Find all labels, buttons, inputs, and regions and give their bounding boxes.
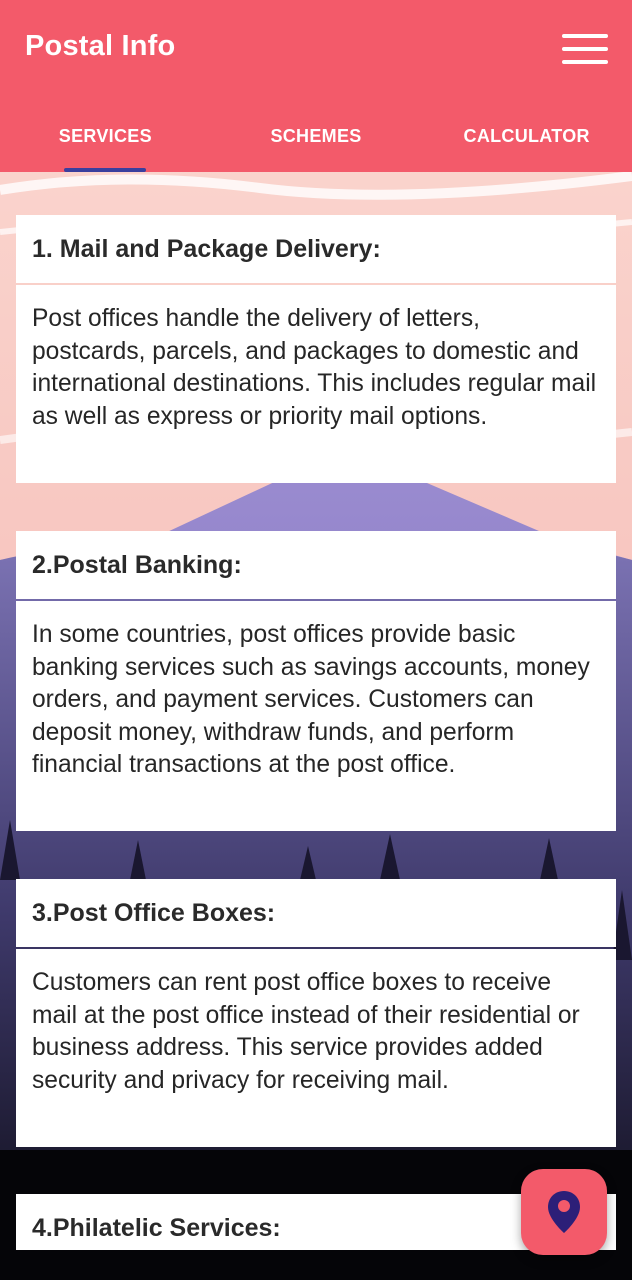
service-heading: 3.Post Office Boxes: bbox=[16, 879, 616, 947]
location-fab-button[interactable] bbox=[521, 1169, 607, 1255]
tab-services-label: SERVICES bbox=[58, 126, 152, 146]
tab-services[interactable]: SERVICES bbox=[0, 110, 211, 172]
tab-calculator-label: CALCULATOR bbox=[463, 126, 590, 146]
location-pin-icon bbox=[548, 1191, 580, 1233]
service-description: Post offices handle the delivery of lett… bbox=[16, 285, 616, 483]
services-list[interactable]: 1. Mail and Package Delivery: Post offic… bbox=[0, 172, 632, 1280]
service-description: Customers can rent post office boxes to … bbox=[16, 949, 616, 1147]
tab-bar: SERVICES SCHEMES CALCULATOR bbox=[0, 110, 632, 172]
app-title: Postal Info bbox=[25, 30, 176, 62]
tab-schemes-label: SCHEMES bbox=[270, 126, 362, 146]
service-description: In some countries, post offices provide … bbox=[16, 601, 616, 831]
tab-calculator[interactable]: CALCULATOR bbox=[421, 110, 632, 172]
service-heading: 1. Mail and Package Delivery: bbox=[16, 215, 616, 283]
app-bar: Postal Info SERVICES SCHEMES CALCULATOR bbox=[0, 0, 632, 172]
tab-selected-indicator bbox=[64, 168, 146, 172]
service-card-banking: 2.Postal Banking: In some countries, pos… bbox=[16, 531, 616, 831]
tab-schemes[interactable]: SCHEMES bbox=[211, 110, 422, 172]
service-card-po-boxes: 3.Post Office Boxes: Customers can rent … bbox=[16, 879, 616, 1147]
service-card-mail: 1. Mail and Package Delivery: Post offic… bbox=[16, 215, 616, 483]
service-heading: 2.Postal Banking: bbox=[16, 531, 616, 599]
hamburger-menu-icon[interactable] bbox=[562, 34, 608, 64]
